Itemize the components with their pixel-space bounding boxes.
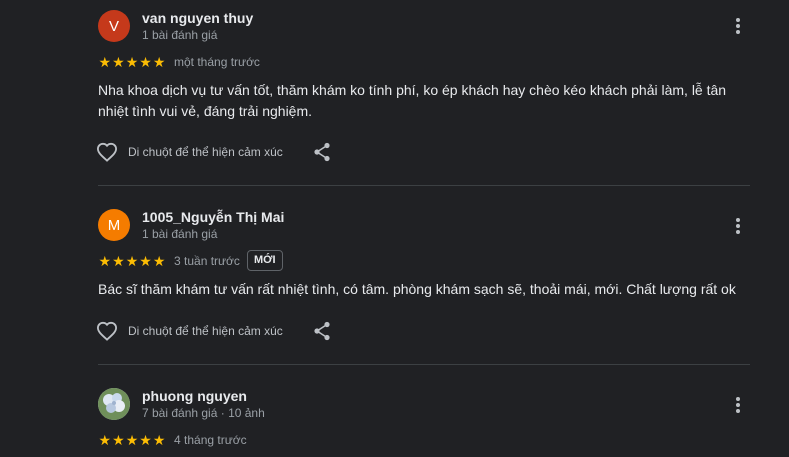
star-rating: ★ ★ ★ ★ ★: [98, 433, 166, 447]
review-date: 3 tuần trước: [174, 254, 240, 268]
avatar[interactable]: [98, 388, 130, 420]
more-options-button[interactable]: [726, 393, 750, 417]
review-actions: Di chuột để thể hiện cảm xúc: [96, 142, 331, 162]
star-icon: ★: [125, 54, 139, 70]
like-label: Di chuột để thể hiện cảm xúc: [128, 324, 283, 338]
star-rating: ★ ★ ★ ★ ★: [98, 254, 166, 268]
reviewer-name[interactable]: van nguyen thuy: [142, 10, 253, 26]
star-icon: ★: [139, 253, 152, 269]
review-text: Bác sĩ thăm khám tư vấn rất nhiệt tình, …: [98, 281, 736, 297]
star-icon: ★: [98, 253, 112, 269]
avatar[interactable]: M: [98, 209, 130, 241]
reviewer-meta: 1 bài đánh giá: [142, 28, 218, 42]
review-date: một tháng trước: [174, 55, 260, 69]
more-options-button[interactable]: [726, 14, 750, 38]
reviewer-meta: 7 bài đánh giá · 10 ảnh: [142, 406, 265, 420]
reviewer-name[interactable]: 1005_Nguyễn Thị Mai: [142, 209, 284, 225]
divider: [98, 364, 750, 365]
avatar[interactable]: V: [98, 10, 130, 42]
reviewer-meta: 1 bài đánh giá: [142, 227, 218, 241]
share-button[interactable]: [313, 142, 331, 162]
review-actions: Di chuột để thể hiện cảm xúc: [96, 321, 331, 341]
like-button[interactable]: Di chuột để thể hiện cảm xúc: [96, 142, 283, 162]
like-label: Di chuột để thể hiện cảm xúc: [128, 145, 283, 159]
like-button[interactable]: Di chuột để thể hiện cảm xúc: [96, 321, 283, 341]
new-badge: MỚI: [247, 250, 283, 271]
avatar-photo: [98, 388, 130, 420]
review-text: Nha khoa dịch vụ tư vấn tốt, thăm khám k…: [98, 82, 727, 119]
heart-outline-icon: [96, 321, 118, 341]
star-icon: ★: [125, 253, 139, 269]
star-icon: ★: [125, 432, 139, 448]
star-icon: ★: [152, 253, 166, 269]
more-options-button[interactable]: [726, 214, 750, 238]
divider: [98, 185, 750, 186]
star-rating: ★ ★ ★ ★ ★: [98, 55, 166, 69]
star-icon: ★: [139, 432, 152, 448]
star-icon: ★: [112, 54, 125, 70]
share-icon: [314, 142, 330, 162]
reviewer-name[interactable]: phuong nguyen: [142, 388, 247, 404]
star-icon: ★: [98, 54, 112, 70]
share-button[interactable]: [313, 321, 331, 341]
star-icon: ★: [112, 432, 125, 448]
star-icon: ★: [112, 253, 125, 269]
share-icon: [314, 321, 330, 341]
more-vert-icon: [736, 218, 740, 234]
star-icon: ★: [152, 54, 166, 70]
star-icon: ★: [139, 54, 152, 70]
star-icon: ★: [98, 432, 112, 448]
more-vert-icon: [736, 397, 740, 413]
review-date: 4 tháng trước: [174, 433, 247, 447]
heart-outline-icon: [96, 142, 118, 162]
more-vert-icon: [736, 18, 740, 34]
star-icon: ★: [152, 432, 166, 448]
